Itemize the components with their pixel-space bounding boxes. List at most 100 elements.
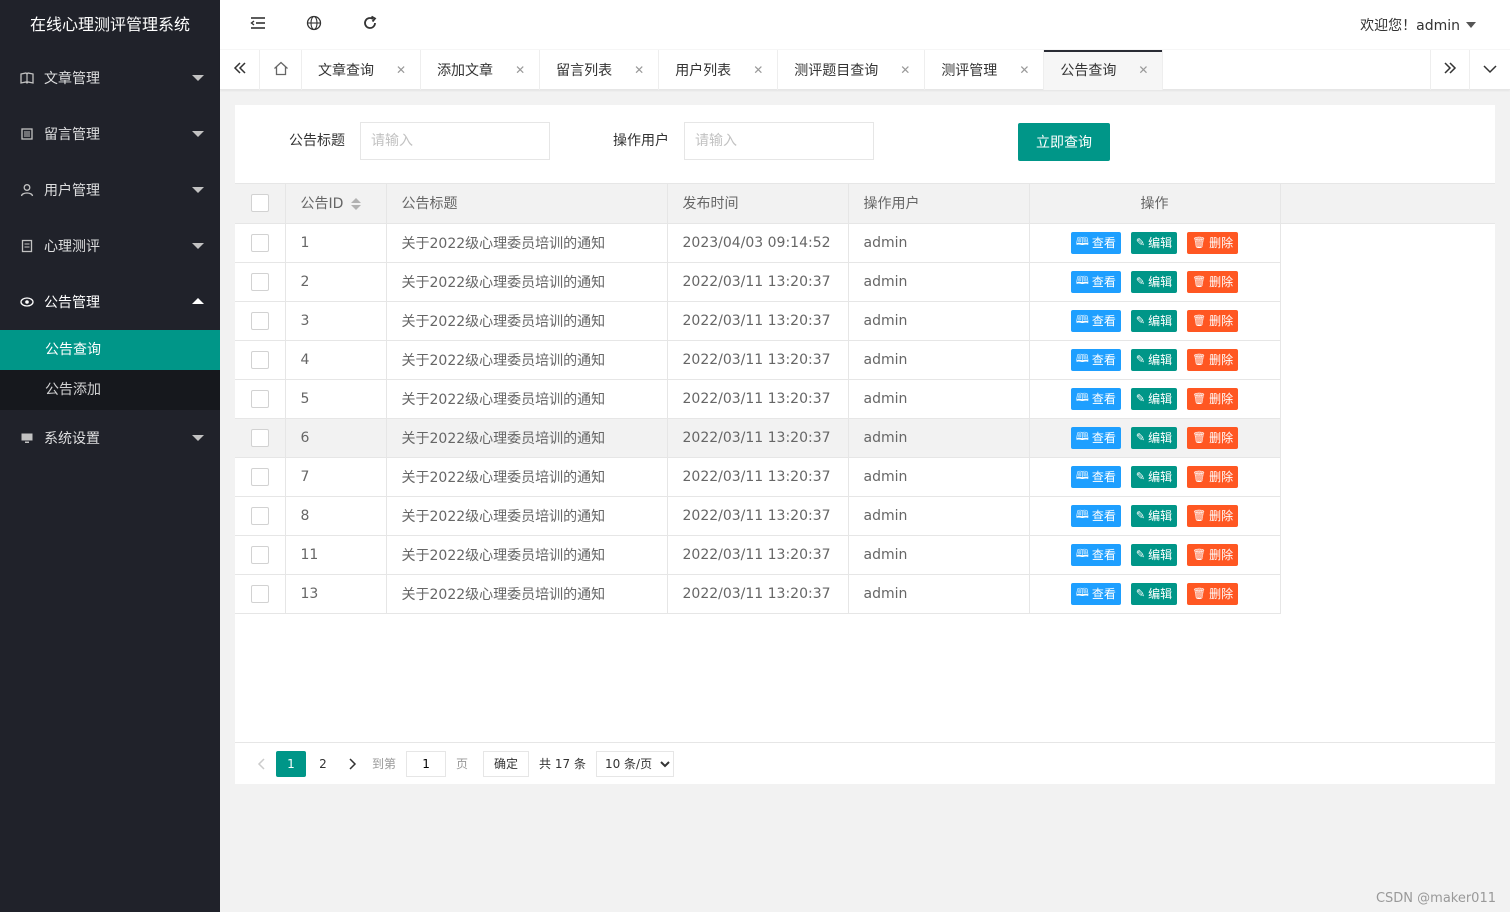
- cell-time: 2022/03/11 13:20:37: [667, 379, 849, 419]
- edit-button[interactable]: ✎ 编辑: [1130, 504, 1178, 527]
- close-icon[interactable]: ✕: [634, 63, 644, 77]
- pencil-icon: ✎: [1135, 275, 1146, 288]
- delete-button[interactable]: 🗑 删除: [1187, 270, 1239, 293]
- column-header-id[interactable]: 公告ID: [285, 184, 387, 224]
- edit-button[interactable]: ✎ 编辑: [1130, 426, 1178, 449]
- delete-button[interactable]: 🗑 删除: [1187, 582, 1239, 605]
- delete-button[interactable]: 🗑 删除: [1187, 465, 1239, 488]
- edit-button[interactable]: ✎ 编辑: [1130, 309, 1178, 332]
- title-filter-input[interactable]: [360, 122, 550, 160]
- delete-button[interactable]: 🗑 删除: [1187, 231, 1239, 254]
- sidebar-item-messages[interactable]: 留言管理: [0, 106, 220, 162]
- tab-article-query[interactable]: 文章查询 ✕: [302, 50, 422, 90]
- close-icon[interactable]: ✕: [1138, 63, 1148, 77]
- row-checkbox[interactable]: [250, 506, 269, 525]
- close-icon[interactable]: ✕: [515, 63, 525, 77]
- edit-button[interactable]: ✎ 编辑: [1130, 270, 1178, 293]
- edit-button[interactable]: ✎ 编辑: [1130, 387, 1178, 410]
- tab-assessment-manage[interactable]: 测评管理 ✕: [925, 50, 1045, 90]
- row-checkbox[interactable]: [250, 311, 269, 330]
- trash-icon: 🗑: [1192, 431, 1207, 444]
- delete-button[interactable]: 🗑 删除: [1187, 309, 1239, 332]
- sidebar-item-notices[interactable]: 公告管理: [0, 274, 220, 330]
- edit-button[interactable]: ✎ 编辑: [1130, 465, 1178, 488]
- close-icon[interactable]: ✕: [396, 63, 406, 77]
- edit-button[interactable]: ✎ 编辑: [1130, 543, 1178, 566]
- goto-prefix: 到第: [372, 757, 397, 771]
- edit-button[interactable]: ✎ 编辑: [1130, 231, 1178, 254]
- page-size-select[interactable]: 10 条/页: [595, 750, 674, 777]
- tab-question-query[interactable]: 测评题目查询 ✕: [778, 50, 926, 90]
- table-row: 7 关于2022级心理委员培训的通知 2022/03/11 13:20:37 admi…: [235, 457, 1495, 497]
- view-button[interactable]: 🕮 查看: [1070, 309, 1121, 332]
- row-checkbox[interactable]: [250, 545, 269, 564]
- close-icon[interactable]: ✕: [1019, 63, 1029, 77]
- pencil-icon: ✎: [1135, 548, 1146, 561]
- row-checkbox[interactable]: [250, 428, 269, 447]
- prev-page-button[interactable]: [247, 751, 275, 777]
- user-menu[interactable]: 欢迎您！admin: [1360, 0, 1476, 50]
- close-icon[interactable]: ✕: [753, 63, 763, 77]
- view-button[interactable]: 🕮 查看: [1070, 348, 1121, 371]
- page-2-button[interactable]: 2: [308, 751, 338, 777]
- submenu-item-notice-query[interactable]: 公告查询: [0, 330, 220, 370]
- view-button[interactable]: 🕮 查看: [1070, 582, 1121, 605]
- cell-user: admin: [848, 418, 1030, 458]
- edit-button[interactable]: ✎ 编辑: [1130, 348, 1178, 371]
- refresh-button[interactable]: [342, 0, 398, 50]
- tab-scroll-left-button[interactable]: [220, 50, 260, 90]
- sidebar-item-assessment[interactable]: 心理测评: [0, 218, 220, 274]
- tab-scroll-right-button[interactable]: [1430, 50, 1470, 90]
- row-checkbox[interactable]: [250, 350, 269, 369]
- cell-title: 关于2022级心理委员培训的通知: [386, 574, 668, 614]
- delete-button[interactable]: 🗑 删除: [1187, 348, 1239, 371]
- tab-message-list[interactable]: 留言列表 ✕: [540, 50, 660, 90]
- search-button[interactable]: 立即查询: [1018, 123, 1110, 161]
- row-checkbox[interactable]: [250, 584, 269, 603]
- view-button[interactable]: 🕮 查看: [1070, 231, 1121, 254]
- website-button[interactable]: [286, 0, 342, 50]
- sidebar-item-articles[interactable]: 文章管理: [0, 50, 220, 106]
- menu-toggle-button[interactable]: [230, 0, 286, 50]
- sidebar-item-label: 用户管理: [44, 183, 100, 199]
- row-checkbox[interactable]: [250, 467, 269, 486]
- sort-icon[interactable]: [351, 198, 362, 211]
- close-icon[interactable]: ✕: [900, 63, 910, 77]
- row-checkbox[interactable]: [250, 233, 269, 252]
- goto-page-input[interactable]: [406, 750, 447, 777]
- tab-home[interactable]: [260, 50, 302, 90]
- table-row: 3 关于2022级心理委员培训的通知 2022/03/11 13:20:37 admi…: [235, 301, 1495, 341]
- cell-time: 2022/03/11 13:20:37: [667, 535, 849, 575]
- delete-button[interactable]: 🗑 删除: [1187, 426, 1239, 449]
- view-button[interactable]: 🕮 查看: [1070, 387, 1121, 410]
- sidebar-item-settings[interactable]: 系统设置: [0, 410, 220, 466]
- view-button[interactable]: 🕮 查看: [1070, 465, 1121, 488]
- sidebar-item-users[interactable]: 用户管理: [0, 162, 220, 218]
- tab-user-list[interactable]: 用户列表 ✕: [659, 50, 779, 90]
- edit-button[interactable]: ✎ 编辑: [1130, 582, 1178, 605]
- view-button[interactable]: 🕮 查看: [1070, 543, 1121, 566]
- next-page-button[interactable]: [339, 751, 367, 777]
- user-filter-input[interactable]: [684, 122, 874, 160]
- view-button[interactable]: 🕮 查看: [1070, 504, 1121, 527]
- select-all-checkbox[interactable]: [250, 194, 269, 213]
- delete-button[interactable]: 🗑 删除: [1187, 387, 1239, 410]
- page-1-button[interactable]: 1: [276, 750, 306, 777]
- tab-add-article[interactable]: 添加文章 ✕: [421, 50, 541, 90]
- tab-notice-query[interactable]: 公告查询 ✕: [1044, 50, 1164, 90]
- delete-button[interactable]: 🗑 删除: [1187, 504, 1239, 527]
- refresh-icon: [362, 15, 378, 35]
- submenu-item-notice-add[interactable]: 公告添加: [0, 370, 220, 410]
- row-select-cell: [235, 379, 286, 419]
- row-checkbox[interactable]: [250, 272, 269, 291]
- tab-label: 公告查询: [1060, 63, 1117, 79]
- tab-label: 测评管理: [941, 63, 998, 79]
- row-select-cell: [235, 340, 286, 380]
- delete-button[interactable]: 🗑 删除: [1187, 543, 1239, 566]
- view-button[interactable]: 🕮 查看: [1070, 270, 1121, 293]
- goto-confirm-button[interactable]: 确定: [483, 750, 530, 777]
- cell-id: 4: [285, 340, 387, 380]
- view-button[interactable]: 🕮 查看: [1070, 426, 1121, 449]
- row-checkbox[interactable]: [250, 389, 269, 408]
- tab-menu-button[interactable]: [1470, 50, 1510, 90]
